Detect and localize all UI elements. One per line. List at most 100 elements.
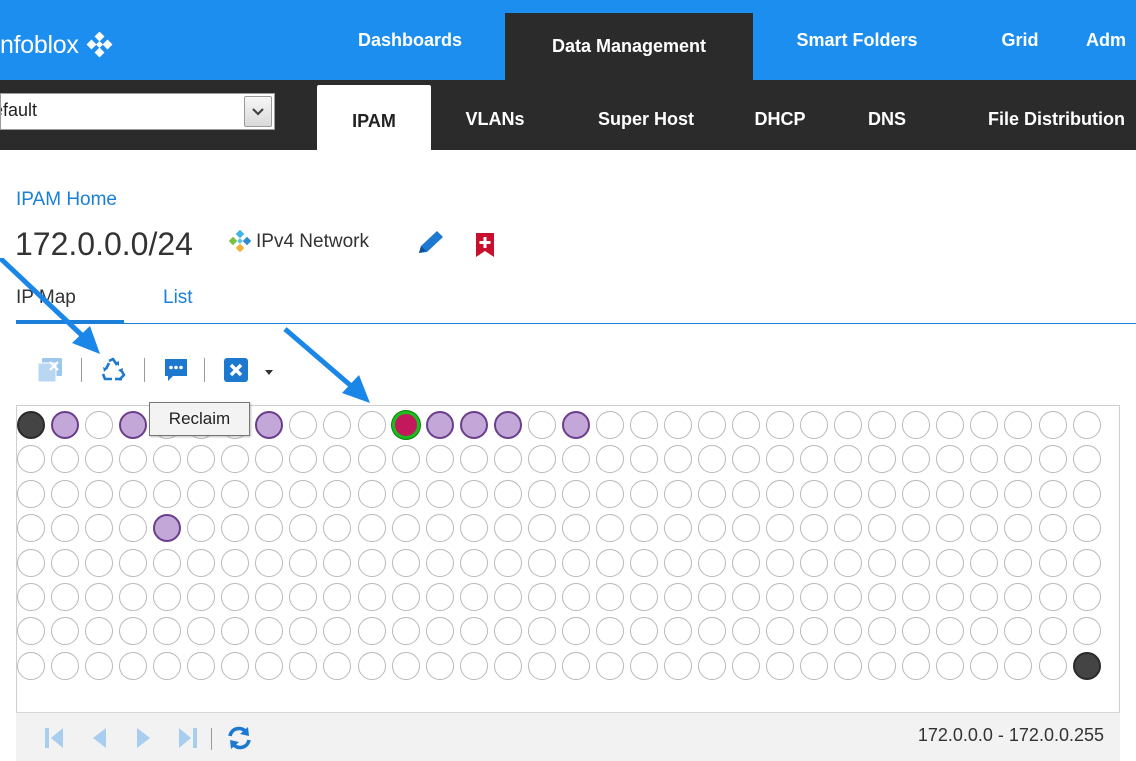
ip-cell-unused[interactable] xyxy=(766,548,795,577)
ip-cell-unused[interactable] xyxy=(732,583,761,611)
ip-cell-unused[interactable] xyxy=(1038,548,1067,577)
ip-cell-unused[interactable] xyxy=(425,445,454,474)
ip-cell-unused[interactable] xyxy=(459,548,488,577)
ip-cell-unused[interactable] xyxy=(595,514,624,543)
ip-cell-unused[interactable] xyxy=(85,445,114,474)
ip-cell-unused[interactable] xyxy=(85,548,114,577)
ip-cell-unused[interactable] xyxy=(323,411,352,439)
ip-cell-unused[interactable] xyxy=(357,514,386,543)
ip-cell-unused[interactable] xyxy=(766,445,795,474)
ip-cell-unused[interactable] xyxy=(1004,651,1033,680)
ip-cell-unused[interactable] xyxy=(698,651,726,680)
nav-tab-data-management[interactable]: Data Management xyxy=(505,13,753,80)
ip-cell-unused[interactable] xyxy=(289,445,318,474)
ip-cell-unused[interactable] xyxy=(221,548,250,577)
ip-cell-unused[interactable] xyxy=(85,514,114,543)
ip-cell-unused[interactable] xyxy=(51,617,80,646)
ip-cell-used[interactable] xyxy=(459,411,488,439)
ip-cell-unused[interactable] xyxy=(561,583,590,611)
ip-cell-unused[interactable] xyxy=(391,514,420,543)
ip-cell-unused[interactable] xyxy=(527,445,556,474)
ip-cell-unused[interactable] xyxy=(732,651,761,680)
ip-cell-unused[interactable] xyxy=(1072,548,1101,577)
nav-tab-smart-folders[interactable]: Smart Folders xyxy=(762,0,952,80)
ip-cell-unused[interactable] xyxy=(85,651,114,680)
ip-cell-unused[interactable] xyxy=(17,583,45,611)
ip-cell-unused[interactable] xyxy=(970,514,999,543)
ip-cell-unused[interactable] xyxy=(255,548,284,577)
ip-cell-unused[interactable] xyxy=(732,445,761,474)
sub-tab-dns[interactable]: DNS xyxy=(857,80,917,150)
ip-cell-conflict[interactable] xyxy=(391,411,420,439)
ip-cell-unused[interactable] xyxy=(800,651,829,680)
ip-cell-unused[interactable] xyxy=(1038,617,1067,646)
ip-cell-unused[interactable] xyxy=(902,583,931,611)
ip-cell-unused[interactable] xyxy=(595,411,624,439)
ip-cell-unused[interactable] xyxy=(1004,583,1033,611)
ip-cell-unused[interactable] xyxy=(187,479,216,508)
ip-cell-unused[interactable] xyxy=(936,583,965,611)
last-page-icon[interactable] xyxy=(177,725,199,751)
ip-cell-unused[interactable] xyxy=(1004,617,1033,646)
ip-cell-unused[interactable] xyxy=(153,617,182,646)
ip-cell-unused[interactable] xyxy=(902,411,931,439)
ip-cell-unused[interactable] xyxy=(834,583,863,611)
ip-cell-unused[interactable] xyxy=(17,617,45,646)
ip-cell-unused[interactable] xyxy=(834,479,863,508)
ip-cell-unused[interactable] xyxy=(289,583,318,611)
ip-cell-unused[interactable] xyxy=(51,583,80,611)
ip-cell-unused[interactable] xyxy=(51,548,80,577)
ip-cell-unused[interactable] xyxy=(902,651,931,680)
ip-cell-unused[interactable] xyxy=(493,651,522,680)
ip-cell-unused[interactable] xyxy=(800,617,829,646)
ip-cell-unused[interactable] xyxy=(561,445,590,474)
ip-cell-unused[interactable] xyxy=(357,583,386,611)
ip-cell-unused[interactable] xyxy=(425,548,454,577)
ip-cell-unused[interactable] xyxy=(663,548,692,577)
ip-cell-reserved[interactable] xyxy=(1072,651,1101,680)
ip-cell-unused[interactable] xyxy=(17,445,45,474)
ip-cell-unused[interactable] xyxy=(221,479,250,508)
network-view-select[interactable]: efault xyxy=(0,93,275,130)
ip-cell-unused[interactable] xyxy=(289,548,318,577)
sub-tab-super-host[interactable]: Super Host xyxy=(578,80,714,150)
ip-cell-unused[interactable] xyxy=(51,651,80,680)
ip-cell-unused[interactable] xyxy=(187,548,216,577)
ip-cell-unused[interactable] xyxy=(323,583,352,611)
ip-cell-unused[interactable] xyxy=(629,479,658,508)
ip-cell-unused[interactable] xyxy=(51,445,80,474)
ip-cell-unused[interactable] xyxy=(970,411,999,439)
ip-cell-unused[interactable] xyxy=(698,583,726,611)
ip-cell-unused[interactable] xyxy=(425,651,454,680)
ip-cell-unused[interactable] xyxy=(459,479,488,508)
ip-cell-unused[interactable] xyxy=(970,617,999,646)
ip-cell-used[interactable] xyxy=(255,411,284,439)
ip-cell-unused[interactable] xyxy=(936,479,965,508)
ip-cell-unused[interactable] xyxy=(187,617,216,646)
ip-cell-unused[interactable] xyxy=(255,445,284,474)
ip-cell-unused[interactable] xyxy=(85,479,114,508)
ip-cell-unused[interactable] xyxy=(868,548,897,577)
ip-cell-unused[interactable] xyxy=(323,548,352,577)
ip-cell-reserved[interactable] xyxy=(17,411,45,439)
ip-cell-unused[interactable] xyxy=(595,617,624,646)
ip-cell-unused[interactable] xyxy=(834,411,863,439)
ip-cell-unused[interactable] xyxy=(868,411,897,439)
first-page-icon[interactable] xyxy=(43,725,65,751)
ip-cell-unused[interactable] xyxy=(255,514,284,543)
ip-cell-unused[interactable] xyxy=(766,411,795,439)
ip-cell-unused[interactable] xyxy=(391,617,420,646)
ip-cell-unused[interactable] xyxy=(17,479,45,508)
ip-cell-unused[interactable] xyxy=(527,411,556,439)
ip-cell-unused[interactable] xyxy=(153,479,182,508)
ip-cell-unused[interactable] xyxy=(357,548,386,577)
ip-cell-unused[interactable] xyxy=(629,445,658,474)
ip-cell-unused[interactable] xyxy=(970,651,999,680)
ip-cell-unused[interactable] xyxy=(425,583,454,611)
ip-cell-unused[interactable] xyxy=(1072,514,1101,543)
ip-cell-unused[interactable] xyxy=(17,514,45,543)
ip-cell-unused[interactable] xyxy=(834,617,863,646)
ip-cell-unused[interactable] xyxy=(629,583,658,611)
ip-cell-unused[interactable] xyxy=(255,583,284,611)
ip-cell-unused[interactable] xyxy=(663,479,692,508)
